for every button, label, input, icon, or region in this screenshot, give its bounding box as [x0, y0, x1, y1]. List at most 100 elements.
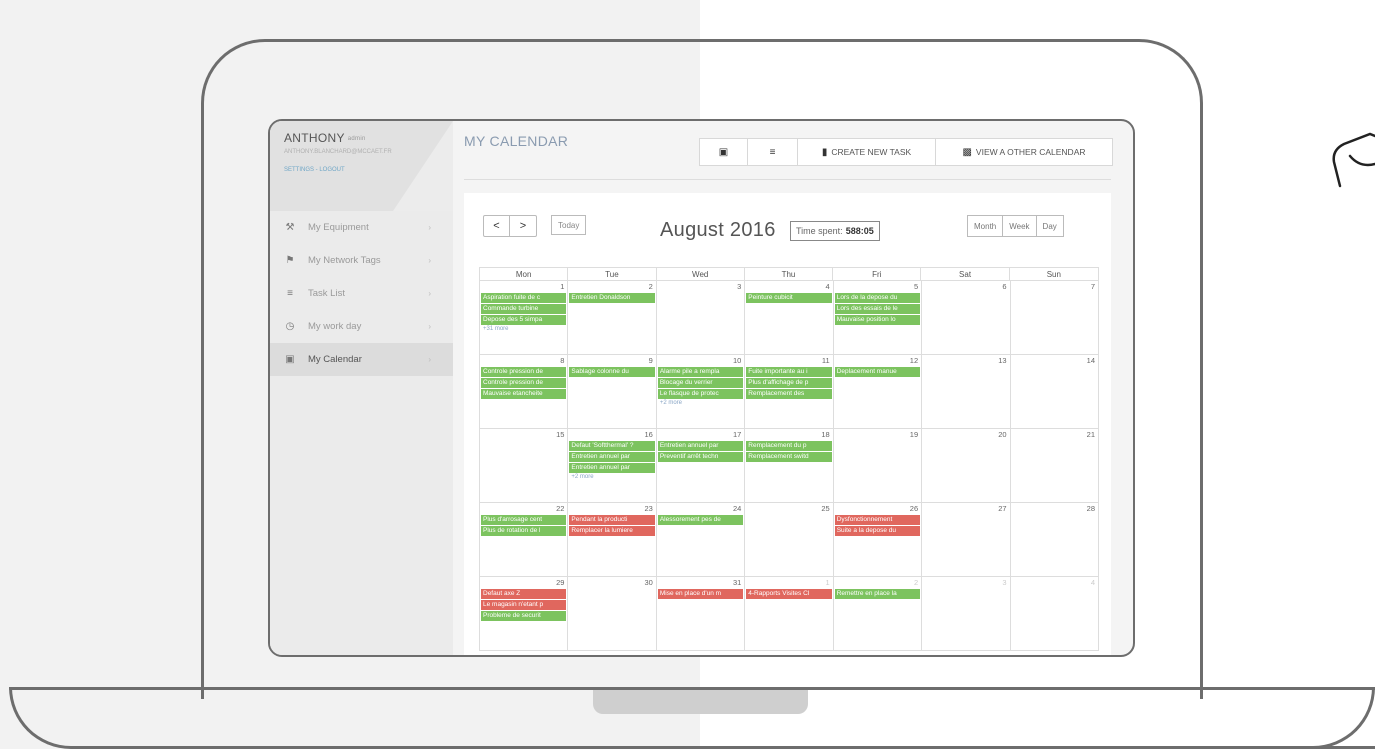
calendar-event[interactable]: Lors des essais de le	[834, 304, 921, 314]
chevron-right-icon: ›	[428, 289, 431, 298]
calendar-event[interactable]: Remplacer la lumiere	[569, 526, 655, 536]
calendar-day-cell[interactable]: 20	[922, 429, 1011, 503]
more-events-link[interactable]: +2 more	[569, 474, 654, 480]
calendar-day-cell[interactable]: 31 Mise en place d'un m	[656, 577, 746, 651]
list-view-button[interactable]: ≡	[748, 139, 798, 165]
calendar-day-cell[interactable]: 22 Plus d'arrosage cent Plus de rotation d…	[480, 503, 569, 577]
calendar-event[interactable]: Alessorement pes de	[657, 515, 744, 525]
calendar-event[interactable]: Deplacement manue	[834, 367, 921, 377]
sidebar-item-my-network-tags[interactable]: ⚑ My Network Tags ›	[270, 244, 453, 277]
view-week-button[interactable]: Week	[1003, 216, 1037, 236]
calendar-event[interactable]: Plus d'arrosage cent	[481, 515, 567, 525]
calendar-day-cell[interactable]: 29 Defaut axe Z Le magasin n'etant p Proble…	[480, 577, 569, 651]
calendar-event[interactable]: Lors de la depose du	[834, 293, 921, 303]
calendar-day-cell[interactable]: 23 Pendant la producti Remplacer la lumier…	[568, 503, 657, 577]
calendar-icon: ▣	[285, 354, 295, 365]
today-button[interactable]: Today	[551, 215, 587, 235]
calendar-event[interactable]: Le flasque de protec	[657, 389, 744, 399]
calendar-event[interactable]: Depose des 5 simpa	[481, 315, 567, 325]
calendar-event[interactable]: Le magasin n'etant p	[481, 600, 567, 610]
calendar-day-cell[interactable]: 3	[656, 281, 746, 355]
calendar-day-cell[interactable]: 10 Alarme pile a rempla Blocage du verrier…	[656, 355, 746, 429]
more-events-link[interactable]: +31 more	[481, 326, 566, 332]
view-other-calendar-button[interactable]: ▩ VIEW A OTHER CALENDAR	[936, 139, 1112, 165]
calendar-event[interactable]: Commande turbine	[481, 304, 567, 314]
calendar-event[interactable]: Entretien annuel par	[569, 463, 655, 473]
calendar-event[interactable]: Mauvaise position lo	[834, 315, 921, 325]
calendar-day-cell[interactable]: 12 Deplacement manue	[833, 355, 923, 429]
calendar-day-cell[interactable]: 5 Lors de la depose du Lors des essais de …	[833, 281, 923, 355]
view-month-button[interactable]: Month	[968, 216, 1004, 236]
calendar-day-cell[interactable]: 15	[480, 429, 569, 503]
sidebar-item-task-list[interactable]: ≡ Task List ›	[270, 277, 453, 310]
calendar-event[interactable]: Mauvaise etancheite	[481, 389, 567, 399]
calendar-day-cell[interactable]: 16 Defaut 'Softthermal' ? Entretien annuel…	[568, 429, 657, 503]
calendar-event[interactable]: Sablage colonne du	[569, 367, 655, 377]
calendar-day-cell[interactable]: 18 Remplacement du p Remplacement switd	[745, 429, 834, 503]
calendar-day-cell[interactable]: 11 Fuite importante au i Plus d'affichage …	[745, 355, 834, 429]
create-new-task-button[interactable]: ▮ CREATE NEW TASK	[798, 139, 936, 165]
clock-icon: ◷	[285, 321, 295, 332]
calendar-day-cell[interactable]: 24 Alessorement pes de	[656, 503, 746, 577]
calendar-event[interactable]: Peinture cubicit	[746, 293, 832, 303]
next-month-button[interactable]: >	[510, 216, 536, 236]
time-spent: Time spent: 588:05	[790, 221, 880, 241]
calendar-event[interactable]: Remplacement switd	[746, 452, 832, 462]
calendar-day-cell[interactable]: 1 4-Rapports Visites Cl	[745, 577, 834, 651]
calendar-event[interactable]: 4-Rapports Visites Cl	[746, 589, 832, 599]
calendar-event[interactable]: Blocage du verrier	[657, 378, 744, 388]
calendar-event[interactable]: Entretien annuel par	[657, 441, 744, 451]
calendar-day-cell[interactable]: 28	[1010, 503, 1099, 577]
calendar-event[interactable]: Dysfonctionnement	[834, 515, 921, 525]
calendar-day-cell[interactable]: 27	[922, 503, 1011, 577]
calendar-day-cell[interactable]: 26 Dysfonctionnement Suite a la depose du	[833, 503, 923, 577]
calendar-event[interactable]: Controle pression de	[481, 378, 567, 388]
sidebar-item-my-equipment[interactable]: ⚒ My Equipment ›	[270, 211, 453, 244]
calendar-day-cell[interactable]: 4 Peinture cubicit	[745, 281, 834, 355]
calendar-day-cell[interactable]: 13	[922, 355, 1011, 429]
calendar-event[interactable]: Defaut axe Z	[481, 589, 567, 599]
calendar-day-cell[interactable]: 4	[1010, 577, 1099, 651]
calendar-day-cell[interactable]: 19	[833, 429, 923, 503]
user-box: ANTHONY admin ANTHONY.BLANCHARD@MCCAET.FR…	[270, 121, 453, 211]
calendar-day-cell[interactable]: 14	[1010, 355, 1099, 429]
calendar-event[interactable]: Plus d'affichage de p	[746, 378, 832, 388]
view-day-button[interactable]: Day	[1037, 216, 1063, 236]
calendar-event[interactable]: Controle pression de	[481, 367, 567, 377]
calendar-event[interactable]: Remplacement des	[746, 389, 832, 399]
calendar-day-cell[interactable]: 17 Entretien annuel par Preventif arrêt te…	[656, 429, 746, 503]
calendar-event[interactable]: Remplacement du p	[746, 441, 832, 451]
calendar-event[interactable]: Pendant la producti	[569, 515, 655, 525]
calendar-day-cell[interactable]: 30	[568, 577, 657, 651]
sidebar-item-my-calendar[interactable]: ▣ My Calendar ›	[270, 343, 453, 376]
calendar-day-cell[interactable]: 1 Aspiration fuite de c Commande turbine De…	[480, 281, 569, 355]
calendar-event[interactable]: Preventif arrêt techn	[657, 452, 744, 462]
day-number: 3	[1002, 578, 1007, 587]
calendar-event[interactable]: Suite a la depose du	[834, 526, 921, 536]
more-events-link[interactable]: +2 more	[658, 400, 743, 406]
calendar-day-cell[interactable]: 2 Remettre en place la	[833, 577, 923, 651]
calendar-day-cell[interactable]: 6	[922, 281, 1011, 355]
calendar-event[interactable]: Defaut 'Softthermal' ?	[569, 441, 655, 451]
calendar-event[interactable]: Fuite importante au i	[746, 367, 832, 377]
calendar-event[interactable]: Probleme de securit	[481, 611, 567, 621]
prev-month-button[interactable]: <	[484, 216, 510, 236]
calendar-day-cell[interactable]: 3	[922, 577, 1011, 651]
calendar-day-cell[interactable]: 7	[1010, 281, 1099, 355]
calendar-event[interactable]: Entretien annuel par	[569, 452, 655, 462]
day-number: 23	[644, 504, 653, 513]
calendar-event[interactable]: Remettre en place la	[834, 589, 921, 599]
sidebar-item-my-work-day[interactable]: ◷ My work day ›	[270, 310, 453, 343]
calendar-event[interactable]: Entretien Donaldson	[569, 293, 655, 303]
calendar-day-cell[interactable]: 2 Entretien Donaldson	[568, 281, 657, 355]
calendar-day-cell[interactable]: 25	[745, 503, 834, 577]
calendar-day-cell[interactable]: 21	[1010, 429, 1099, 503]
calendar-event[interactable]: Alarme pile a rempla	[657, 367, 744, 377]
calendar-day-cell[interactable]: 9 Sablage colonne du	[568, 355, 657, 429]
calendar-event[interactable]: Plus de rotation de l	[481, 526, 567, 536]
list-icon: ≡	[769, 146, 776, 158]
calendar-view-button[interactable]: ▣	[700, 139, 748, 165]
calendar-event[interactable]: Aspiration fuite de c	[481, 293, 567, 303]
calendar-event[interactable]: Mise en place d'un m	[657, 589, 744, 599]
calendar-day-cell[interactable]: 8 Controle pression de Controle pression d…	[480, 355, 569, 429]
